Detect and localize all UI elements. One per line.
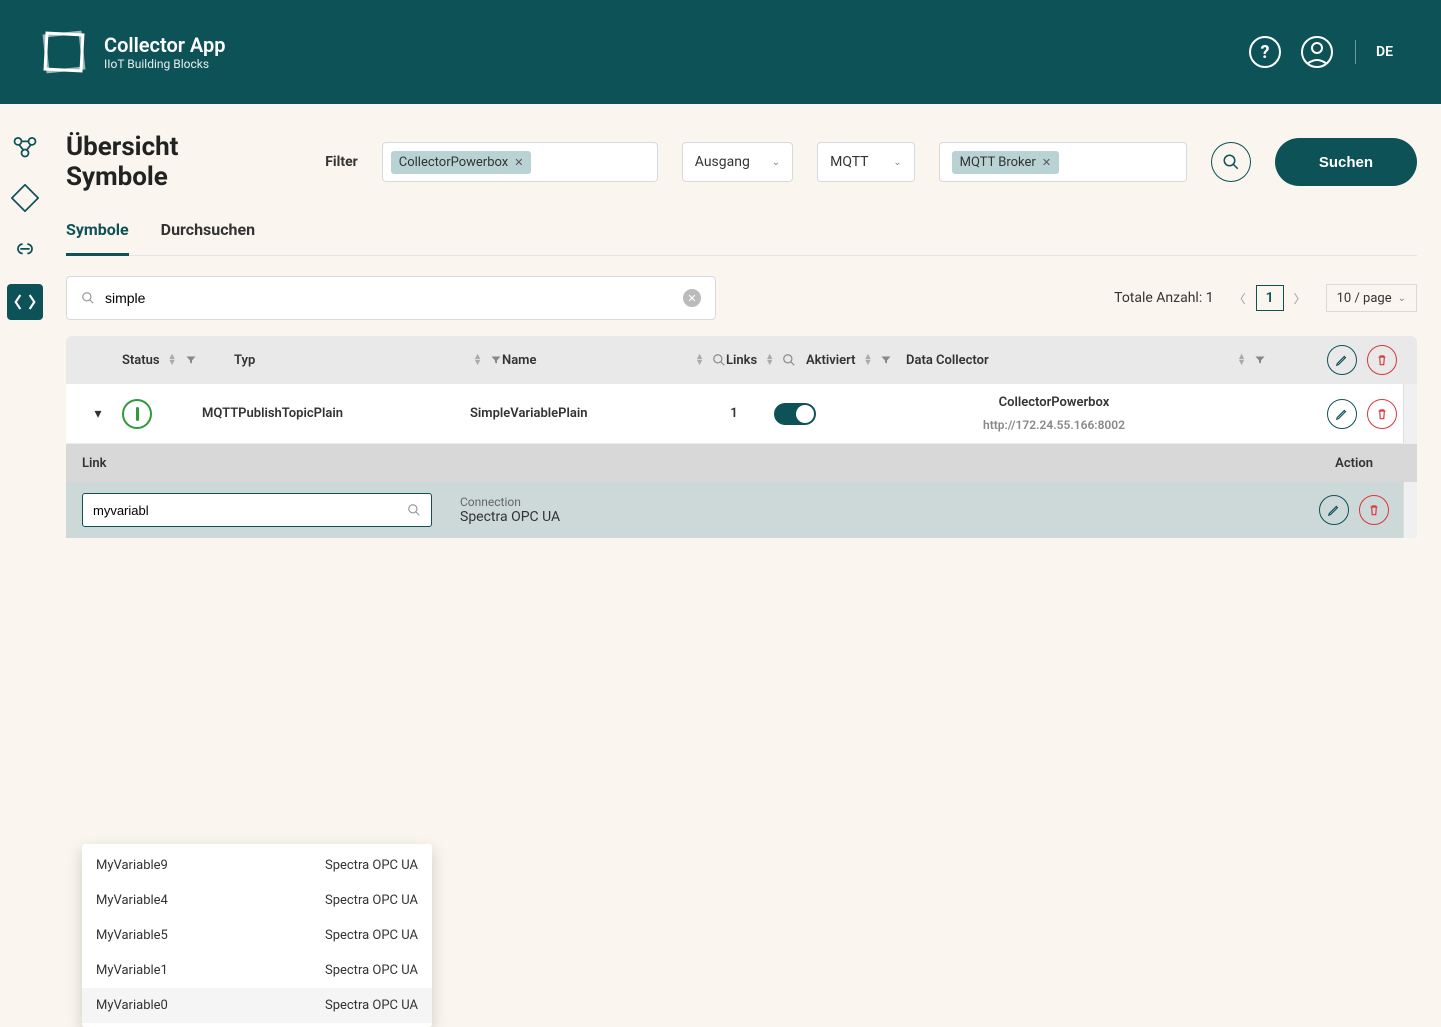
sidebar-nav-2[interactable]: [7, 180, 43, 216]
filter-icon[interactable]: [185, 354, 197, 366]
expand-row-icon[interactable]: ▾: [74, 406, 122, 422]
tabs: Symbole Durchsuchen: [66, 220, 1417, 256]
pagination: 〈 1 〉: [1230, 285, 1310, 311]
subtable-header: Link Action: [66, 444, 1417, 482]
link-search[interactable]: [82, 493, 432, 527]
table-row: ▾ MQTTPublishTopicPlain SimpleVariablePl…: [66, 384, 1417, 444]
search-button[interactable]: Suchen: [1275, 138, 1417, 186]
connection-value: Spectra OPC UA: [460, 509, 560, 525]
sort-icon[interactable]: ▲▼: [765, 355, 774, 366]
scrollbar[interactable]: [1403, 482, 1417, 538]
table-header: Status ▲▼ Typ ▲▼ Name ▲▼ Links ▲▼ Aktiviert ▲…: [66, 336, 1417, 384]
autocomplete-dropdown: MyVariable9Spectra OPC UA MyVariable4Spe…: [82, 844, 432, 1027]
col-aktiviert-label: Aktiviert: [806, 353, 856, 368]
table-search-input[interactable]: [105, 290, 673, 306]
cell-collector-name: CollectorPowerbox: [999, 395, 1110, 410]
activated-toggle[interactable]: [774, 403, 816, 425]
link-search-input[interactable]: [93, 503, 399, 518]
divider: [1355, 40, 1356, 64]
col-status-label: Status: [122, 353, 160, 368]
search-icon[interactable]: [712, 353, 726, 367]
search-button-icon[interactable]: [1211, 142, 1251, 182]
collector-filter-input[interactable]: CollectorPowerbox✕: [382, 142, 658, 182]
sort-icon[interactable]: ▲▼: [473, 355, 482, 366]
edit-link-button[interactable]: [1319, 495, 1349, 525]
broker-filter-input[interactable]: MQTT Broker✕: [939, 142, 1187, 182]
user-icon[interactable]: [1299, 34, 1335, 70]
total-count: Totale Anzahl: 1: [1114, 290, 1213, 306]
dropdown-item[interactable]: MyVariable9Spectra OPC UA: [82, 848, 432, 883]
sidebar: [0, 104, 50, 732]
next-page-icon[interactable]: 〉: [1290, 286, 1310, 311]
filter-icon[interactable]: [880, 354, 892, 366]
search-icon: [81, 291, 95, 305]
status-indicator: [122, 399, 152, 429]
col-links-label: Links: [726, 353, 757, 368]
connection-label: Connection: [460, 495, 560, 509]
table-search[interactable]: ✕: [66, 276, 716, 320]
clear-search-icon[interactable]: ✕: [683, 289, 701, 307]
delete-row-button[interactable]: [1367, 399, 1397, 429]
edit-row-button[interactable]: [1327, 399, 1357, 429]
subcol-action: Action: [1335, 456, 1401, 471]
protocol-select[interactable]: MQTT⌄: [817, 142, 915, 182]
tab-symbole[interactable]: Symbole: [66, 220, 129, 256]
filter-tag-collector: CollectorPowerbox✕: [391, 151, 532, 174]
cell-name: SimpleVariablePlain: [470, 406, 694, 421]
chevron-down-icon: ⌄: [1398, 293, 1406, 304]
app-logo-icon: [40, 28, 88, 76]
chevron-down-icon: ⌄: [772, 157, 780, 168]
cell-collector-url: http://172.24.55.166:8002: [983, 418, 1125, 432]
app-title: Collector App: [104, 33, 226, 57]
chevron-down-icon: ⌄: [893, 157, 901, 168]
sort-icon[interactable]: ▲▼: [864, 355, 873, 366]
dropdown-item[interactable]: MyVariable5Spectra OPC UA: [82, 918, 432, 953]
subcol-link: Link: [82, 456, 107, 471]
header-delete-button[interactable]: [1367, 345, 1397, 375]
subtable-row: Connection Spectra OPC UA: [66, 482, 1417, 538]
sort-icon[interactable]: ▲▼: [1237, 355, 1246, 366]
col-typ-label: Typ: [234, 353, 255, 368]
header-edit-button[interactable]: [1327, 345, 1357, 375]
app-header: Collector App IIoT Building Blocks ? DE: [0, 0, 1441, 104]
direction-select[interactable]: Ausgang⌄: [682, 142, 793, 182]
dropdown-item[interactable]: MyVariable0Spectra OPC UA: [82, 988, 432, 1023]
sidebar-nav-symbols[interactable]: [7, 284, 43, 320]
sort-icon[interactable]: ▲▼: [695, 355, 704, 366]
filter-tag-broker: MQTT Broker✕: [952, 151, 1059, 174]
sidebar-nav-3[interactable]: [7, 232, 43, 268]
dropdown-item[interactable]: MyVariable1Spectra OPC UA: [82, 953, 432, 988]
delete-link-button[interactable]: [1359, 495, 1389, 525]
dropdown-item[interactable]: MyVariable4Spectra OPC UA: [82, 883, 432, 918]
logo: Collector App IIoT Building Blocks: [40, 28, 226, 76]
language-switch[interactable]: DE: [1376, 44, 1393, 60]
current-page[interactable]: 1: [1256, 285, 1284, 311]
sidebar-nav-1[interactable]: [7, 128, 43, 164]
svg-text:?: ?: [1261, 42, 1270, 63]
page-size-select[interactable]: 10 / page⌄: [1326, 284, 1417, 312]
cell-links: 1: [694, 406, 774, 421]
search-icon[interactable]: [782, 353, 796, 367]
remove-tag-icon[interactable]: ✕: [514, 156, 523, 169]
help-icon[interactable]: ?: [1247, 34, 1283, 70]
prev-page-icon[interactable]: 〈: [1230, 286, 1250, 311]
sort-icon[interactable]: ▲▼: [168, 355, 177, 366]
remove-tag-icon[interactable]: ✕: [1042, 156, 1051, 169]
col-collector-label: Data Collector: [906, 353, 989, 368]
col-name-label: Name: [502, 353, 536, 368]
cell-typ: MQTTPublishTopicPlain: [202, 406, 470, 421]
filter-label: Filter: [325, 154, 358, 170]
tab-durchsuchen[interactable]: Durchsuchen: [161, 220, 255, 255]
filter-icon[interactable]: [490, 354, 502, 366]
scrollbar[interactable]: [1403, 384, 1417, 443]
filter-icon[interactable]: [1254, 354, 1266, 366]
app-subtitle: IIoT Building Blocks: [104, 57, 226, 71]
page-title: Übersicht Symbole: [66, 132, 285, 192]
search-icon: [407, 503, 421, 517]
